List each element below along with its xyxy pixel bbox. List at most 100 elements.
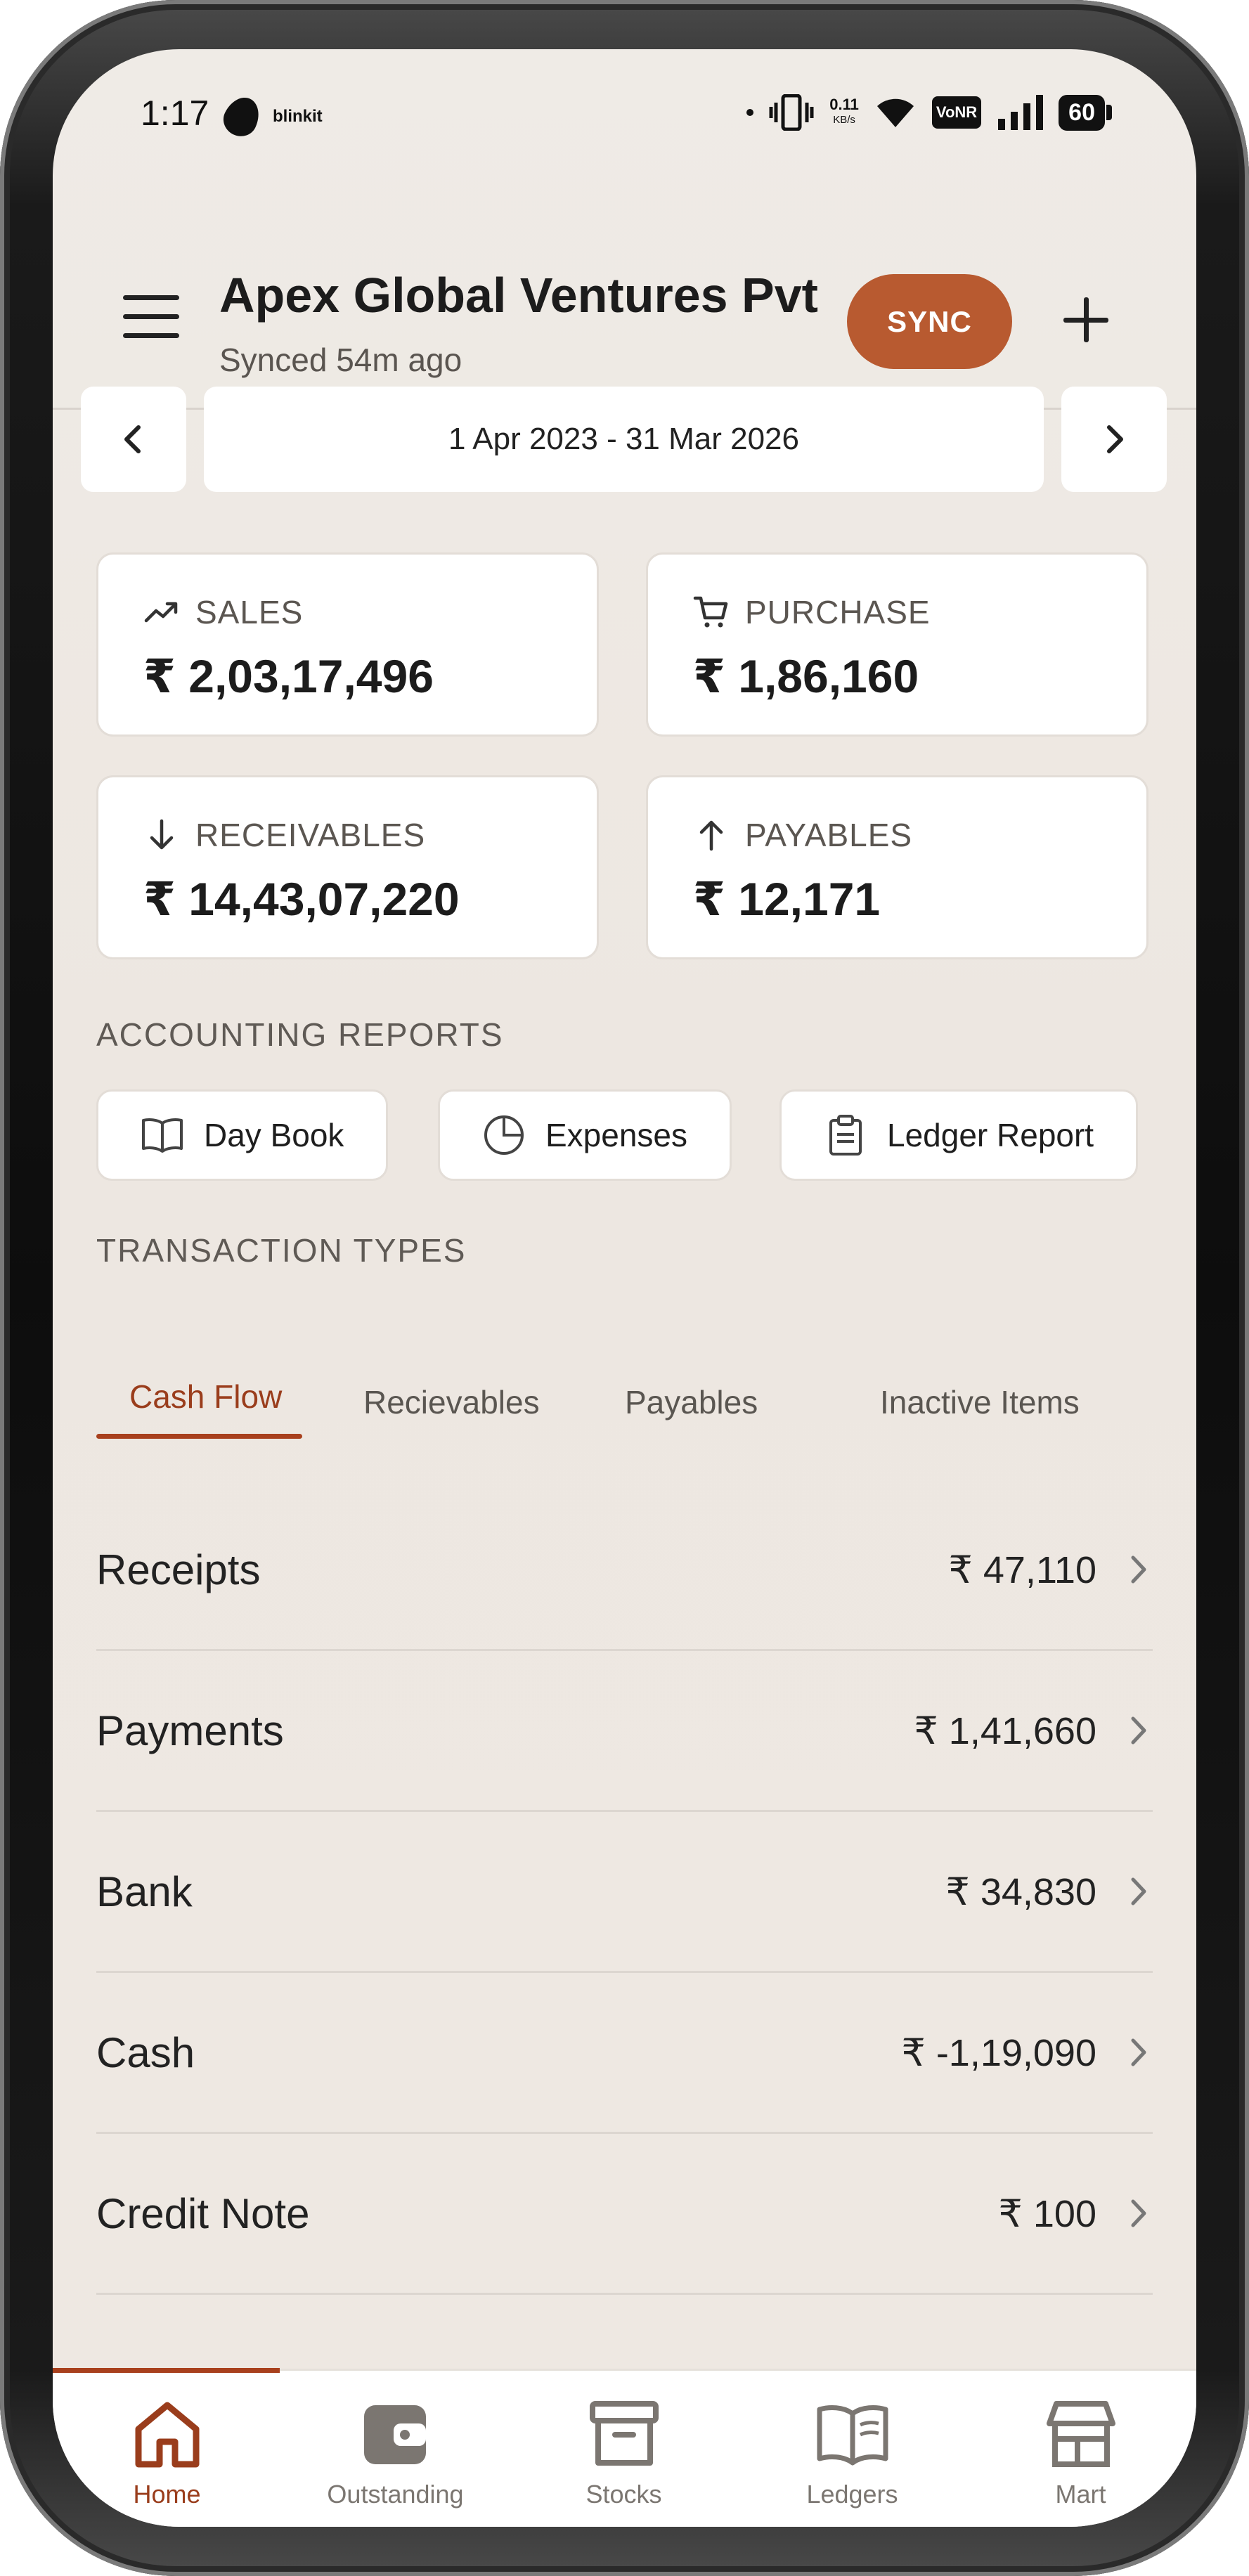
payables-card[interactable]: PAYABLES ₹ 12,171: [646, 775, 1148, 959]
previous-period-button[interactable]: [81, 387, 186, 492]
chevron-right-icon: [1131, 2038, 1146, 2066]
cash-flow-list: Receipts ₹ 47,110 Payments ₹ 1,41,660 Ba…: [96, 1490, 1153, 2295]
row-amount: ₹ -1,19,090: [901, 2031, 1096, 2074]
open-book-icon: [817, 2405, 888, 2466]
row-amount: ₹ 1,41,660: [914, 1709, 1096, 1752]
nav-outstanding[interactable]: Outstanding: [281, 2371, 510, 2527]
transaction-tabs: Cash Flow Recievables Payables Inactive …: [96, 1350, 1193, 1441]
status-icons: 0.11 KB/s VoNR 60: [746, 91, 1112, 134]
home-icon: [135, 2402, 199, 2468]
sync-status: Synced 54m ago: [219, 342, 462, 378]
nav-stocks[interactable]: Stocks: [510, 2371, 738, 2527]
next-period-button[interactable]: [1061, 387, 1167, 492]
purchase-card[interactable]: PURCHASE ₹ 1,86,160: [646, 552, 1148, 737]
wifi-icon: [876, 98, 914, 127]
report-chip-label: Expenses: [545, 1117, 688, 1153]
tab-recievables[interactable]: Recievables: [363, 1350, 540, 1441]
chevron-right-icon: [1131, 1555, 1146, 1584]
arrow-down-icon: [150, 819, 174, 850]
sales-value: ₹ 2,03,17,496: [143, 650, 434, 702]
trending-up-icon: [144, 602, 178, 623]
status-time: 1:17: [141, 93, 209, 133]
row-name: Cash: [96, 2028, 195, 2076]
row-amount: ₹ 100: [998, 2192, 1096, 2235]
battery-icon: 60: [1059, 94, 1112, 131]
date-range-label[interactable]: 1 Apr 2023 - 31 Mar 2026: [204, 387, 1044, 492]
row-name: Credit Note: [96, 2189, 310, 2237]
tab-cash-flow[interactable]: Cash Flow: [129, 1350, 282, 1441]
tab-payables[interactable]: Payables: [625, 1350, 758, 1441]
nav-mart[interactable]: Mart: [966, 2371, 1195, 2527]
receivables-card[interactable]: RECEIVABLES ₹ 14,43,07,220: [96, 775, 599, 959]
plus-icon[interactable]: [1058, 292, 1114, 348]
sync-button[interactable]: SYNC: [847, 274, 1012, 369]
receivables-value: ₹ 14,43,07,220: [143, 873, 460, 925]
nav-label: Mart: [1055, 2480, 1106, 2509]
archive-box-icon: [589, 2401, 659, 2466]
nav-label: Outstanding: [327, 2480, 464, 2509]
sales-card[interactable]: SALES ₹ 2,03,17,496: [96, 552, 599, 737]
chevron-right-icon: [1107, 425, 1123, 453]
nav-home[interactable]: Home: [53, 2371, 281, 2527]
row-amount: ₹ 47,110: [948, 1548, 1096, 1591]
notification-dot-icon: [746, 109, 754, 116]
wallet-icon: [363, 2405, 426, 2464]
app-header: Apex Global Ventures Pvt Synced 54m ago …: [53, 225, 1196, 410]
app-screen: 1:17 blinkit 0.11 KB/s VoNR 60 Apex Glob…: [53, 49, 1196, 2527]
chevron-right-icon: [1131, 2199, 1146, 2227]
network-speed-unit: KB/s: [833, 114, 855, 126]
tab-inactive-items[interactable]: Inactive Items: [880, 1350, 1080, 1441]
payables-label: PAYABLES: [745, 817, 913, 853]
accounting-reports-heading: ACCOUNTING REPORTS: [96, 1016, 504, 1053]
row-name: Receipts: [96, 1546, 261, 1593]
vibrate-icon: [769, 94, 814, 131]
notification-brand: blinkit: [273, 107, 323, 126]
clipboard-icon: [829, 1115, 862, 1156]
list-item-receipts[interactable]: Receipts ₹ 47,110: [96, 1490, 1153, 1651]
list-item-bank[interactable]: Bank ₹ 34,830: [96, 1812, 1153, 1973]
store-icon: [1046, 2401, 1115, 2467]
status-bar: 1:17 blinkit 0.11 KB/s VoNR 60: [53, 49, 1196, 183]
purchase-label: PURCHASE: [745, 594, 931, 630]
report-chip-label: Ledger Report: [887, 1117, 1094, 1153]
report-chip-label: Day Book: [204, 1117, 344, 1153]
network-speed-value: 0.11: [829, 96, 859, 113]
cart-icon: [693, 596, 728, 628]
app-notification-icon: [218, 91, 266, 142]
payables-value: ₹ 12,171: [693, 873, 881, 925]
report-chip-ledger-report[interactable]: Ledger Report: [779, 1089, 1139, 1181]
chevron-left-icon: [124, 425, 141, 453]
date-range-selector: 1 Apr 2023 - 31 Mar 2026: [53, 387, 1196, 499]
nav-label: Home: [133, 2480, 201, 2509]
report-chip-day-book[interactable]: Day Book: [96, 1089, 389, 1181]
purchase-value: ₹ 1,86,160: [693, 650, 919, 702]
bottom-navigation: Home Outstanding Stocks Ledgers Mart: [53, 2368, 1196, 2527]
network-tag: VoNR: [931, 96, 982, 129]
receivables-label: RECEIVABLES: [195, 817, 426, 853]
chevron-right-icon: [1131, 1716, 1146, 1745]
row-name: Payments: [96, 1707, 284, 1754]
sales-label: SALES: [195, 594, 304, 630]
report-chip-expenses[interactable]: Expenses: [438, 1089, 732, 1181]
nav-label: Stocks: [585, 2480, 662, 2509]
pie-chart-icon: [484, 1115, 524, 1155]
row-amount: ₹ 34,830: [945, 1870, 1096, 1913]
accounting-reports-row: Day Book Expenses Ledger Report: [96, 1089, 1196, 1184]
active-tab-indicator: [96, 1434, 302, 1439]
list-item-credit-note[interactable]: Credit Note ₹ 100: [96, 2134, 1153, 2295]
list-item-cash[interactable]: Cash ₹ -1,19,090: [96, 1973, 1153, 2134]
signal-icon: [998, 95, 1044, 130]
network-speed: 0.11 KB/s: [829, 97, 859, 128]
hamburger-menu-icon[interactable]: [123, 295, 179, 344]
battery-level: 60: [1059, 94, 1105, 131]
row-name: Bank: [96, 1868, 193, 1915]
nav-ledgers[interactable]: Ledgers: [738, 2371, 966, 2527]
company-title: Apex Global Ventures Pvt: [219, 268, 818, 323]
book-open-icon: [142, 1118, 183, 1153]
phone-frame: 1:17 blinkit 0.11 KB/s VoNR 60 Apex Glob…: [0, 0, 1249, 2576]
transaction-types-heading: TRANSACTION TYPES: [96, 1232, 467, 1269]
arrow-up-icon: [699, 820, 723, 851]
list-item-payments[interactable]: Payments ₹ 1,41,660: [96, 1651, 1153, 1812]
chevron-right-icon: [1131, 1877, 1146, 1905]
nav-label: Ledgers: [806, 2480, 898, 2509]
